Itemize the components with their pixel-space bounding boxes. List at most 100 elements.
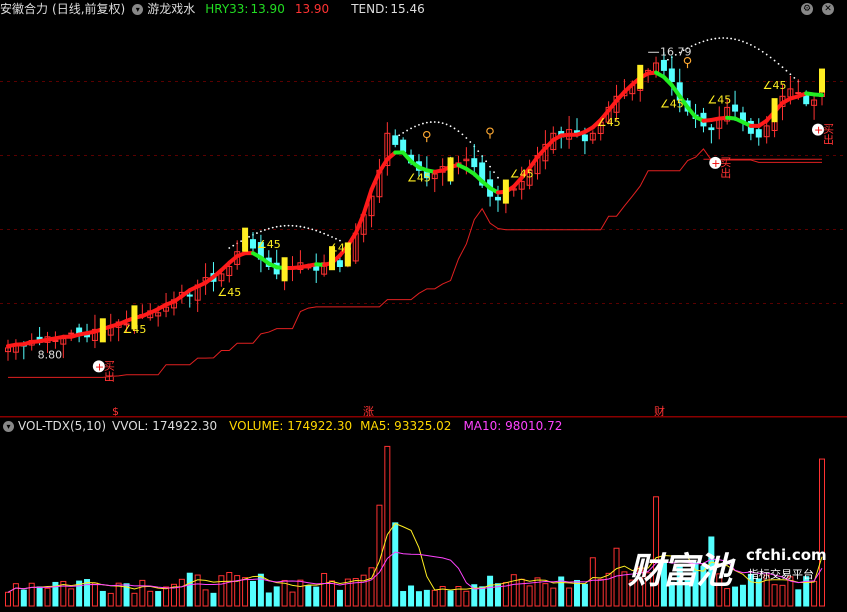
tend-dot (714, 37, 717, 40)
volume-bar (487, 575, 494, 607)
volume-bar (68, 588, 75, 607)
volume-bar (542, 583, 549, 607)
tend-dot (425, 121, 428, 124)
tend-dot (279, 225, 282, 228)
watermark-site: cfchi.com (746, 546, 827, 564)
vol-indicator-name[interactable]: VOL-TDX(5,10) (18, 417, 106, 435)
tend-dot (493, 171, 495, 174)
tend-dot (414, 125, 416, 128)
tend-label: TEND: (351, 2, 389, 16)
angle-label: ∠45 (707, 94, 731, 107)
tend-dot (402, 131, 405, 134)
tend-dot (777, 62, 780, 65)
volume-bar (479, 586, 486, 607)
stock-name[interactable]: 安徽合力 (0, 0, 48, 18)
watermark-tagline: 指标交易平台 (748, 568, 814, 581)
volume-bar (574, 579, 581, 607)
sell-marker-text: 出 (720, 166, 731, 180)
volume-bar (44, 587, 51, 607)
volume-bar (249, 580, 256, 607)
candle-body (400, 139, 407, 153)
volume-bar (581, 583, 588, 607)
ribbon-segment (527, 154, 540, 171)
signal-bar (242, 227, 249, 252)
period-label[interactable]: (日线,前复权) (52, 0, 125, 18)
candle-body (732, 104, 739, 112)
tend-dot (331, 236, 333, 238)
tend-dot (698, 41, 701, 44)
tend-dot (275, 225, 278, 228)
volume-bar (107, 592, 114, 607)
price-chart: ∠45∠45∠45 ∠45∠45 ∠45∠45∠45 ∠45∠4516.798.80+… (0, 37, 847, 418)
gear-icon[interactable]: ⚙ (801, 3, 813, 15)
tend-dot (271, 226, 274, 229)
tend-dot (303, 226, 306, 229)
volume-bar (566, 587, 573, 607)
tend-dot (398, 134, 401, 137)
main-chart-header: 安徽合力 (日线,前复权) ▾ 游龙戏水 HRY33: 13.90 13.90 … (0, 0, 429, 18)
tend-dot (299, 225, 302, 228)
tend-dot (433, 121, 436, 123)
tend-dot (295, 225, 298, 227)
candle-body (660, 59, 667, 71)
sell-marker-plus: + (814, 124, 823, 137)
volume-bar (621, 571, 628, 607)
volume-bar (423, 589, 430, 607)
low-price-label: 8.80 (38, 348, 63, 361)
volume-bar (289, 591, 296, 607)
ma5-value: MA5: 93325.02 (360, 419, 452, 433)
volume-bar (313, 586, 320, 607)
runner-icon: ⚲ (422, 130, 432, 145)
volume-bar (226, 572, 233, 607)
volume-bar (186, 572, 193, 607)
ribbon-segment (812, 92, 824, 98)
angle-label: ∠45 (217, 286, 241, 299)
volume-bar (305, 585, 312, 607)
tend-dot (256, 232, 258, 234)
tend-dot (311, 228, 314, 231)
tend-dot (228, 247, 231, 249)
indicator-name[interactable]: 游龙戏水 (147, 0, 195, 18)
tend-dot (734, 38, 736, 41)
angle-label: ∠45 (660, 97, 684, 110)
tend-dot (749, 44, 752, 46)
tend-dot (465, 137, 468, 139)
tend-dot (307, 227, 310, 230)
candle-body (313, 265, 320, 271)
tend-dot (793, 76, 796, 79)
volume-value: VOLUME: 174922.30 (229, 419, 353, 433)
tend-dot (489, 165, 491, 168)
volume-bar (550, 587, 557, 607)
volume-bar (400, 591, 407, 607)
volume-bar (210, 592, 217, 607)
tend-dot (410, 127, 412, 130)
tend-dot (406, 129, 408, 132)
dropdown-circle-icon[interactable]: ▾ (132, 3, 144, 15)
volume-bar (99, 590, 106, 607)
volume-bar (526, 585, 533, 607)
tend-dot (248, 235, 250, 238)
volume-bar (139, 579, 146, 607)
close-icon[interactable]: ✕ (822, 3, 834, 15)
angle-label: ∠45 (407, 171, 431, 184)
tend-dot (477, 150, 480, 152)
candle-body (336, 260, 343, 268)
tend-dot (485, 160, 488, 163)
volume-bar (218, 575, 225, 607)
candle-body (755, 129, 762, 138)
candle-body (581, 134, 588, 142)
ribbon-segment (361, 187, 374, 216)
tend-dot (315, 229, 318, 232)
volume-bar (265, 592, 272, 607)
tend-dot (418, 123, 420, 126)
volume-bar (20, 589, 27, 607)
ribbon-segment (369, 169, 382, 192)
tend-dot (785, 69, 788, 72)
tend-dot (449, 125, 452, 128)
candle-body (52, 340, 59, 342)
angle-label: ∠45 (123, 323, 147, 336)
tend-dot (702, 40, 705, 43)
volume-bar (408, 585, 415, 607)
volume-bar (5, 591, 11, 607)
dropdown-circle-icon[interactable]: ▾ (3, 420, 14, 432)
